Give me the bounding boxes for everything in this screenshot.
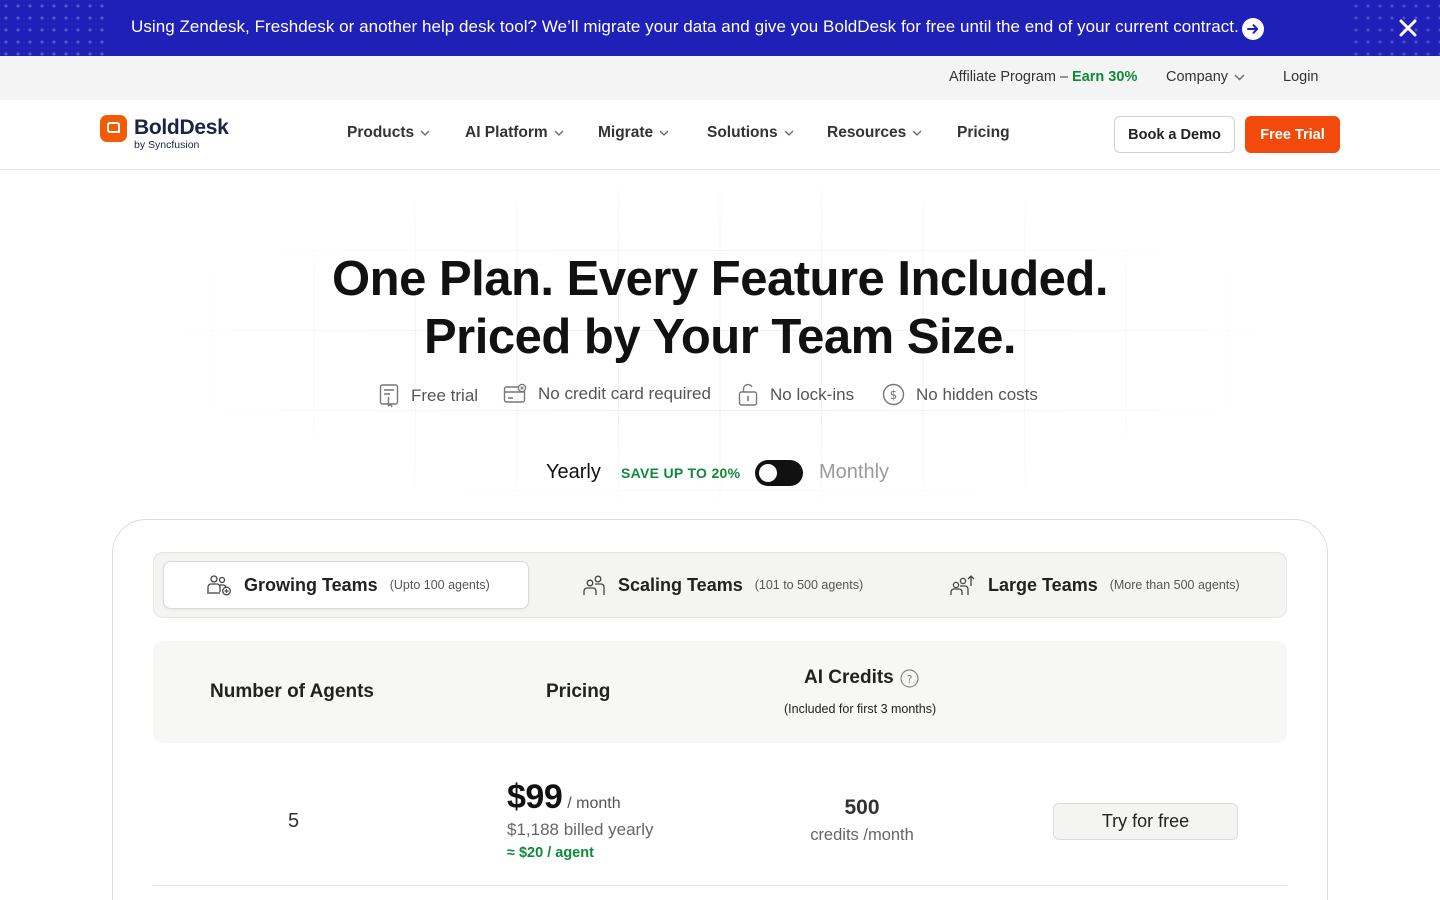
chevron-down-icon (420, 130, 430, 136)
nav-item-label: Products (347, 124, 415, 141)
chevron-down-icon (784, 130, 794, 136)
benefit-no-lock-ins: No lock-ins (737, 383, 854, 407)
nav-item-label: Migrate (598, 124, 654, 141)
unlock-icon (738, 383, 758, 406)
benefit-label: Free trial (411, 386, 479, 405)
tab-note: (101 to 500 agents) (754, 578, 864, 592)
team-add-icon (207, 575, 231, 596)
tab-note: (More than 500 agents) (1109, 578, 1240, 592)
tab-label: Growing Teams (244, 574, 378, 595)
logo-brand-name: BoldDesk (134, 116, 229, 139)
nav-item-resources[interactable]: Resources (827, 124, 922, 142)
decorative-dots (0, 0, 110, 56)
benefit-label: No lock-ins (770, 385, 855, 404)
nav-item-migrate[interactable]: Migrate (598, 124, 669, 142)
announcement-bar: Using Zendesk, Freshdesk or another help… (0, 0, 1440, 56)
nav-item-label: Pricing (957, 124, 1010, 141)
billing-yearly-label[interactable]: Yearly (546, 461, 601, 484)
chevron-down-icon (912, 130, 922, 136)
nav-item-products[interactable]: Products (347, 124, 430, 142)
company-menu[interactable]: Company (1166, 69, 1245, 85)
affiliate-program-link[interactable]: Affiliate Program – Earn 30% (949, 69, 1137, 85)
row-divider (153, 885, 1287, 886)
ai-credits-amount: 500 (844, 796, 880, 819)
nav-item-ai-platform[interactable]: AI Platform (465, 124, 564, 142)
price-amount: $99 (507, 778, 563, 816)
bolddesk-logo[interactable]: BoldDesk by Syncfusion (100, 115, 229, 151)
affiliate-earn: Earn 30% (1072, 69, 1138, 85)
dollar-circle-icon: $ (882, 383, 905, 406)
logo-mark-icon (100, 115, 127, 142)
agents-count: 5 (288, 810, 300, 832)
billing-period-toggle[interactable] (755, 460, 803, 486)
price-period: / month (567, 795, 621, 812)
header-agents: Number of Agents (210, 681, 374, 702)
tab-label: Large Teams (988, 574, 1098, 595)
tab-large-teams[interactable]: Large Teams (More than 500 agents) (950, 561, 1240, 609)
main-navbar: BoldDesk by Syncfusion Products AI Platf… (0, 100, 1440, 170)
header-ai-credits-note: (Included for first 3 months) (784, 702, 937, 716)
svg-text:?: ? (907, 673, 913, 686)
nav-item-solutions[interactable]: Solutions (707, 124, 794, 142)
tab-growing-teams[interactable]: Growing Teams (Upto 100 agents) (163, 561, 529, 609)
price-per-agent: ≈ $20 / agent (507, 845, 594, 861)
try-for-free-button[interactable]: Try for free (1053, 803, 1238, 840)
price-main: $99 / month (507, 778, 621, 817)
billing-toggle-group: Yearly SAVE UP TO 20% Monthly (0, 458, 1440, 488)
decorative-dots (1350, 0, 1440, 56)
header-ai-credits: AI Credits (804, 667, 894, 688)
save-badge: SAVE UP TO 20% (621, 465, 741, 481)
benefit-label: No credit card required (538, 384, 711, 403)
team-scale-icon (583, 575, 605, 595)
header-pricing: Pricing (546, 681, 611, 702)
trial-badge-icon (379, 384, 399, 408)
billing-monthly-label[interactable]: Monthly (819, 461, 889, 484)
toggle-knob (759, 464, 777, 482)
company-label: Company (1166, 69, 1229, 85)
ai-credits-unit: credits /month (810, 826, 914, 844)
affiliate-label: Affiliate Program – (949, 69, 1069, 85)
tab-scaling-teams[interactable]: Scaling Teams (101 to 500 agents) (582, 561, 863, 609)
free-trial-button[interactable]: Free Trial (1245, 116, 1340, 153)
tab-note: (Upto 100 agents) (389, 578, 490, 592)
title-line-1: One Plan. Every Feature Included. (332, 252, 1108, 306)
chevron-down-icon (659, 130, 669, 136)
price-billed-yearly: $1,188 billed yearly (507, 820, 654, 839)
tab-label: Scaling Teams (618, 574, 743, 595)
benefit-no-credit-card: No credit card required (503, 383, 711, 405)
team-size-tabs: Growing Teams (Upto 100 agents) Scaling … (153, 552, 1287, 618)
benefit-no-hidden-costs: $ No hidden costs (882, 383, 1038, 406)
utility-bar: Affiliate Program – Earn 30% Company Log… (0, 56, 1440, 100)
nav-item-label: Resources (827, 124, 907, 141)
benefit-free-trial: Free trial (378, 383, 478, 409)
book-demo-button[interactable]: Book a Demo (1114, 116, 1235, 153)
nav-item-label: AI Platform (465, 124, 548, 141)
benefits-list: Free trial No credit card required No lo… (0, 383, 1440, 413)
announcement-message[interactable]: Using Zendesk, Freshdesk or another help… (131, 17, 1239, 37)
nav-item-label: Solutions (707, 124, 778, 141)
benefit-label: No hidden costs (916, 384, 1038, 404)
arrow-right-circle-icon[interactable] (1242, 18, 1264, 40)
page-title: One Plan. Every Feature Included. Priced… (0, 250, 1440, 366)
chevron-down-icon (1234, 74, 1245, 80)
close-icon[interactable] (1396, 16, 1420, 40)
team-growth-icon (950, 575, 975, 595)
logo-byline: by Syncfusion (134, 139, 200, 151)
nav-item-pricing[interactable]: Pricing (957, 124, 1010, 142)
login-link[interactable]: Login (1283, 69, 1318, 85)
chevron-down-icon (554, 130, 564, 136)
credit-card-icon (503, 383, 527, 403)
svg-text:$: $ (890, 388, 898, 402)
title-line-2: Priced by Your Team Size. (423, 310, 1017, 364)
help-question-icon[interactable]: ? (900, 669, 919, 688)
